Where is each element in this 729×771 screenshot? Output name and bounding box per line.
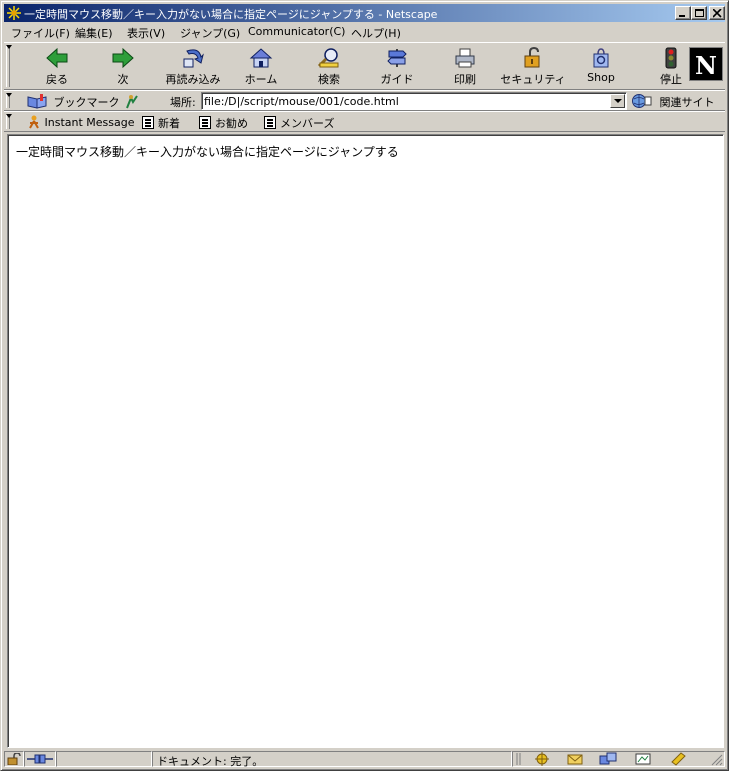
progress-panel <box>56 751 152 767</box>
close-icon <box>713 9 722 18</box>
forward-arrow-icon <box>112 47 134 69</box>
personal-toolbar: Instant Message 新着 お勧め メンバーズ <box>4 111 725 132</box>
search-icon <box>317 48 339 68</box>
component-bar-icons <box>516 752 723 766</box>
recommended-button[interactable]: お勧め <box>199 115 248 131</box>
mail-component-icon <box>567 754 583 765</box>
minimize-button[interactable] <box>675 6 691 20</box>
connection-status[interactable] <box>24 751 56 767</box>
bookmarks-icon <box>27 94 47 109</box>
security-status[interactable] <box>4 751 24 767</box>
status-bar: ドキュメント: 完了。 <box>4 750 725 768</box>
print-icon <box>455 48 475 68</box>
close-button[interactable] <box>709 6 725 20</box>
shop-button[interactable]: Shop <box>578 45 624 89</box>
minimize-icon <box>679 15 685 17</box>
guide-icon <box>387 49 407 67</box>
component-grip <box>516 753 521 765</box>
netscape-logo-letter: N <box>695 51 717 80</box>
online-plug-icon <box>27 754 53 764</box>
composer-component-icon <box>635 753 651 765</box>
title-bar[interactable]: 一定時間マウス移動／キー入力がない場合に指定ページにジャンプする - Netsc… <box>4 4 725 22</box>
print-label: 印刷 <box>454 73 476 86</box>
page-text: 一定時間マウス移動／キー入力がない場合に指定ページにジャンプする <box>16 145 399 159</box>
print-button[interactable]: 印刷 <box>442 45 488 89</box>
recommended-label: お勧め <box>215 117 248 130</box>
related-sites-button[interactable]: 関連サイト <box>630 93 715 110</box>
whats-new-label: 新着 <box>158 117 180 130</box>
stop-label: 停止 <box>660 73 682 86</box>
related-sites-label: 関連サイト <box>659 96 715 109</box>
forward-button[interactable]: 次 <box>100 45 146 89</box>
maximize-button[interactable] <box>691 6 707 20</box>
reload-button[interactable]: 再読み込み <box>160 45 226 89</box>
menu-edit[interactable]: 編集(E) <box>75 25 113 41</box>
back-button[interactable]: 戻る <box>34 45 80 89</box>
related-sites-icon <box>632 94 652 108</box>
menu-communicator[interactable]: Communicator(C) <box>248 25 345 38</box>
window-title: 一定時間マウス移動／キー入力がない場合に指定ページにジャンプする - Netsc… <box>24 8 438 21</box>
status-text-panel: ドキュメント: 完了。 <box>152 751 512 768</box>
menu-bar: ファイル(F) 編集(E) 表示(V) ジャンプ(G) Communicator… <box>4 22 725 41</box>
search-button[interactable]: 検索 <box>306 45 352 89</box>
bookmark-page-icon <box>142 116 154 129</box>
navigation-toolbar: 戻る 次 再読み込み ホーム 検索 ガイド 印刷 セキュリティ Shop 停止 … <box>4 42 725 90</box>
location-label: 場所: <box>170 96 196 109</box>
unlocked-padlock-icon <box>7 753 21 765</box>
members-label: メンバーズ <box>280 117 335 130</box>
bookmarks-button[interactable]: ブックマーク <box>26 94 120 110</box>
security-lock-icon <box>524 47 540 68</box>
newsgroups-component-icon <box>599 752 617 765</box>
reload-label: 再読み込み <box>165 73 221 86</box>
resize-grip <box>711 754 723 766</box>
search-label: 検索 <box>318 73 340 86</box>
menu-go[interactable]: ジャンプ(G) <box>180 25 240 41</box>
whats-new-button[interactable]: 新着 <box>142 115 180 131</box>
reload-icon <box>183 49 204 68</box>
back-arrow-icon <box>46 47 68 69</box>
page-content[interactable]: 一定時間マウス移動／キー入力がない場合に指定ページにジャンプする <box>7 134 724 748</box>
url-input[interactable] <box>204 94 608 108</box>
page-proxy-icon[interactable] <box>124 94 140 112</box>
browser-window: 一定時間マウス移動／キー入力がない場合に指定ページにジャンプする - Netsc… <box>0 0 729 771</box>
navigator-component-icon <box>535 752 549 766</box>
bookmark-page-icon <box>199 116 211 129</box>
forward-label: 次 <box>117 73 129 86</box>
toolbar-grip[interactable] <box>5 114 12 129</box>
members-button[interactable]: メンバーズ <box>264 115 334 131</box>
home-icon <box>249 48 273 68</box>
toolbar-grip[interactable] <box>5 45 12 87</box>
netscape-app-icon <box>7 6 21 20</box>
security-button[interactable]: セキュリティ <box>500 45 566 89</box>
instant-message-label: Instant Message <box>44 116 135 129</box>
menu-help[interactable]: ヘルプ(H) <box>351 25 401 41</box>
shop-label: Shop <box>587 71 615 84</box>
security-label: セキュリティ <box>500 73 566 86</box>
bookmarks-label: ブックマーク <box>53 96 120 109</box>
menu-file[interactable]: ファイル(F) <box>11 25 70 41</box>
maximize-icon <box>695 9 704 17</box>
status-text: ドキュメント: 完了。 <box>157 755 264 768</box>
instant-message-button[interactable]: Instant Message <box>27 115 135 129</box>
page-proxy-icon-glyph <box>126 95 138 109</box>
bookmark-page-icon <box>264 116 276 129</box>
aim-component-icon <box>671 752 686 766</box>
back-label: 戻る <box>46 73 68 86</box>
guide-label: ガイド <box>380 73 414 86</box>
toolbar-grip[interactable] <box>5 93 12 108</box>
home-button[interactable]: ホーム <box>238 45 284 89</box>
url-dropdown-button[interactable] <box>610 94 625 108</box>
stop-icon <box>665 47 677 69</box>
stop-button[interactable]: 停止 <box>648 45 694 89</box>
url-field[interactable] <box>201 92 627 110</box>
guide-button[interactable]: ガイド <box>374 45 420 89</box>
location-toolbar: ブックマーク 場所: 関連サイト <box>4 90 725 111</box>
component-bar <box>512 751 725 767</box>
home-label: ホーム <box>244 73 278 86</box>
shop-bag-icon <box>593 48 609 68</box>
menu-view[interactable]: 表示(V) <box>127 25 165 41</box>
instant-message-icon <box>29 115 39 129</box>
netscape-logo[interactable]: N <box>689 47 723 81</box>
